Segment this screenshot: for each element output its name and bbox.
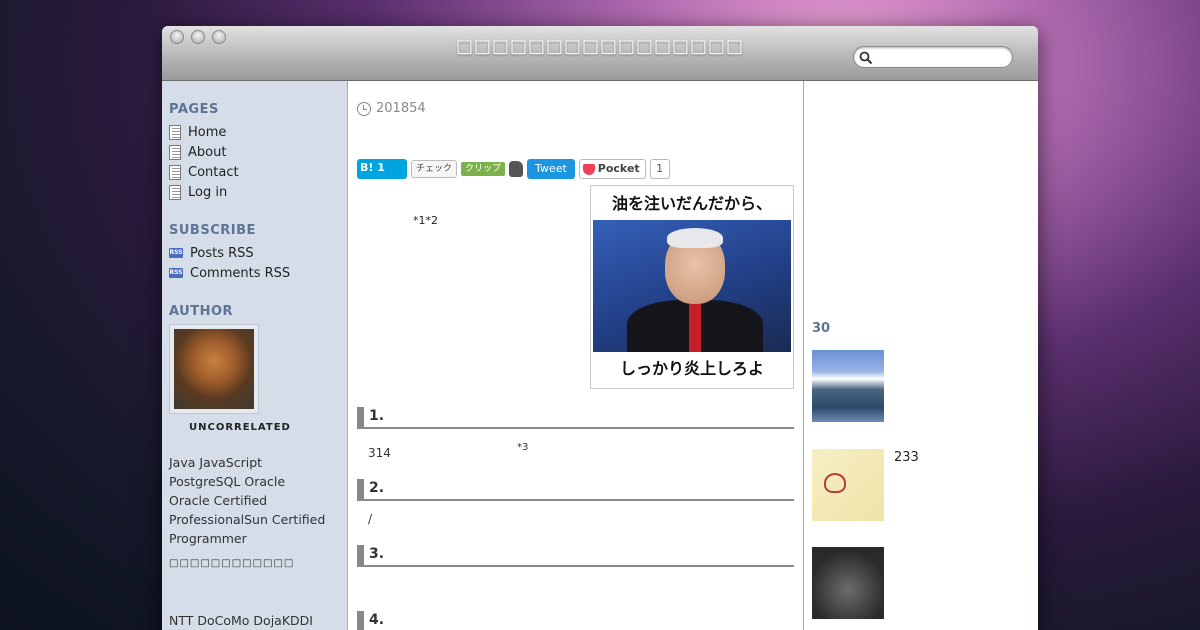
sidebar-link-login[interactable]: Log in [169,182,340,202]
clock-icon [357,101,371,116]
comments-rss-link[interactable]: RSS Comments RSS [169,263,340,283]
bio-line: PostgreSQL Oracle [169,474,286,489]
search-input[interactable] [876,49,1006,65]
rss-link-label: Comments RSS [190,265,291,281]
page-icon [169,124,181,140]
sidebar-link-label: Home [188,124,227,140]
thumbnail-count: 233 [894,450,919,465]
pocket-button[interactable]: Pocket [578,159,646,179]
heart-icon [824,473,846,493]
image-caption-bottom: しっかり炎上しろよ [619,359,764,378]
subscribe-heading: SUBSCRIBE [169,223,256,238]
rss-icon: RSS [169,268,183,278]
rss-link-label: Posts RSS [190,245,254,261]
page-icon [169,144,181,160]
pages-heading: PAGES [169,102,219,117]
bio-bottom-text: NTT DoCoMo DojaKDDI [169,613,313,628]
title-bar: □□□□□□□□□□□□□□□□ [162,26,1038,81]
author-name: UNCORRELATED [189,422,291,433]
image-photo [593,220,791,352]
thumbnail-chalkboard[interactable] [812,547,884,619]
rss-icon: RSS [169,248,183,258]
section-1-text: 314 [368,446,391,460]
sidebar-link-home[interactable]: Home [169,122,340,142]
bio-small-text: □□□□□□□□□□□□ [169,558,295,569]
section-heading-4: 4. [357,611,794,630]
related-heading: 30 [812,321,831,336]
search-box[interactable] [853,46,1013,68]
post-date: 201854 [357,101,426,116]
thumbnail-coastline[interactable] [812,350,884,422]
bio-line: Oracle Certified [169,493,268,508]
section-heading-3: 3. [357,545,794,567]
share-buttons: B! 1 チェック クリップ Tweet Pocket 1 [357,159,670,179]
right-sidebar: 30 233 [803,81,1038,630]
post-date-text: 201854 [376,101,426,116]
page-icon [169,184,181,200]
search-icon [859,51,873,65]
author-avatar-frame [169,324,259,414]
author-avatar [174,329,254,409]
posts-rss-link[interactable]: RSS Posts RSS [169,243,340,263]
tweet-button[interactable]: Tweet [527,159,575,179]
pocket-icon [582,163,595,175]
sidebar-link-label: About [188,144,227,160]
photo-hair [667,228,723,248]
post-image: 油を注いだんだから、 しっかり炎上しろよ [590,185,794,389]
pocket-count: 1 [649,159,670,179]
thumbnail-heart-formula[interactable] [812,449,884,521]
section-1-footnote[interactable]: *3 [517,442,528,453]
image-caption-top: 油を注いだんだから、 [611,194,772,213]
sidebar-link-contact[interactable]: Contact [169,162,340,182]
author-heading: AUTHOR [169,304,234,319]
evernote-icon[interactable] [509,161,524,177]
livedoor-clip-button[interactable]: クリップ [461,162,506,176]
left-sidebar: PAGES Home About Contact Log in SUBSCRIB… [162,81,348,630]
section-2-text: / [368,512,373,526]
section-heading-1: 1. [357,407,794,429]
author-bio: Java JavaScript PostgreSQL Oracle Oracle… [169,453,340,548]
photo-tie [689,304,701,352]
sidebar-link-label: Log in [188,184,228,200]
bio-line: Java JavaScript [169,455,263,470]
sidebar-link-label: Contact [188,164,239,180]
page-icon [169,164,181,180]
main-content: 201854 B! 1 チェック クリップ Tweet Pocket 1 *1*… [357,81,794,630]
footnote-references[interactable]: *1*2 [413,214,438,227]
browser-window: □□□□□□□□□□□□□□□□ PAGES Home About Contac… [162,26,1038,630]
bio-line: ProfessionalSun Certified [169,512,326,527]
mixi-check-button[interactable]: チェック [411,160,458,178]
sidebar-link-about[interactable]: About [169,142,340,162]
pocket-label: Pocket [597,162,640,175]
section-heading-2: 2. [357,479,794,501]
bio-line: Programmer [169,531,247,546]
hatena-bookmark-button[interactable]: B! 1 [357,159,407,179]
